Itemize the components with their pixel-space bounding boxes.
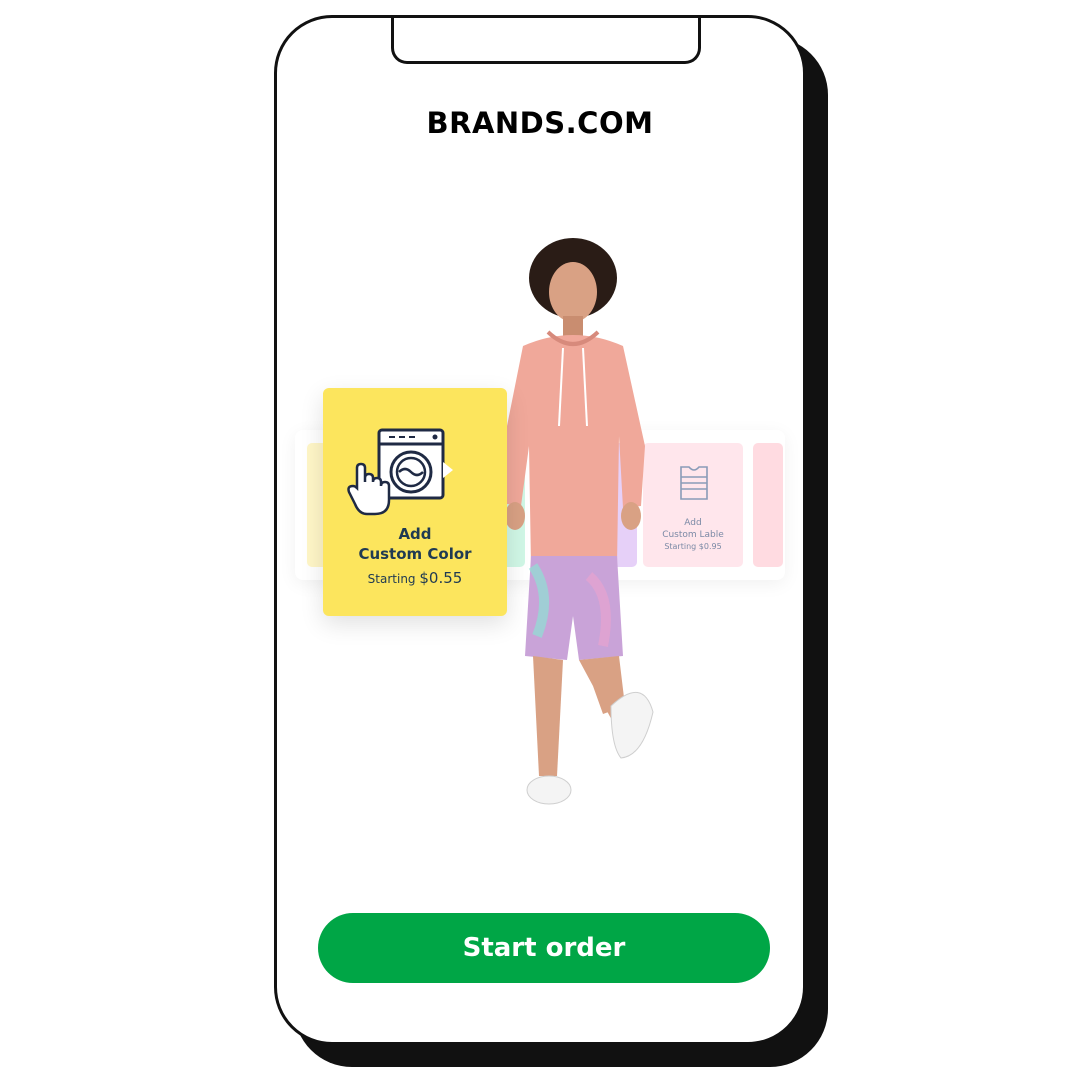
washing-machine-icon bbox=[347, 428, 453, 516]
custom-color-price: Starting $0.55 bbox=[323, 569, 507, 587]
custom-color-title-line2: Custom Color bbox=[358, 545, 472, 563]
custom-color-title-line1: Add bbox=[398, 525, 432, 543]
custom-color-price-value: $0.55 bbox=[419, 569, 463, 587]
shirt-tag-icon bbox=[680, 466, 708, 500]
faded-card-edge bbox=[753, 443, 783, 567]
phone-frame: BRANDS.COM Add Custom Lable Starting $0.… bbox=[274, 15, 806, 1045]
phone-notch bbox=[391, 18, 701, 64]
custom-color-card[interactable]: Add Custom Color Starting $0.55 bbox=[323, 388, 507, 616]
faded-card-price-value: $0.95 bbox=[698, 542, 722, 551]
model-image bbox=[505, 238, 654, 805]
brand-logo: BRANDS.COM bbox=[426, 106, 654, 140]
faded-card-price-prefix: Starting bbox=[664, 542, 697, 551]
start-order-button[interactable]: Start order bbox=[318, 913, 770, 983]
custom-color-price-prefix: Starting bbox=[367, 572, 416, 586]
canvas: BRANDS.COM Add Custom Lable Starting $0.… bbox=[0, 0, 1080, 1080]
custom-color-title: Add Custom Color bbox=[323, 524, 507, 564]
